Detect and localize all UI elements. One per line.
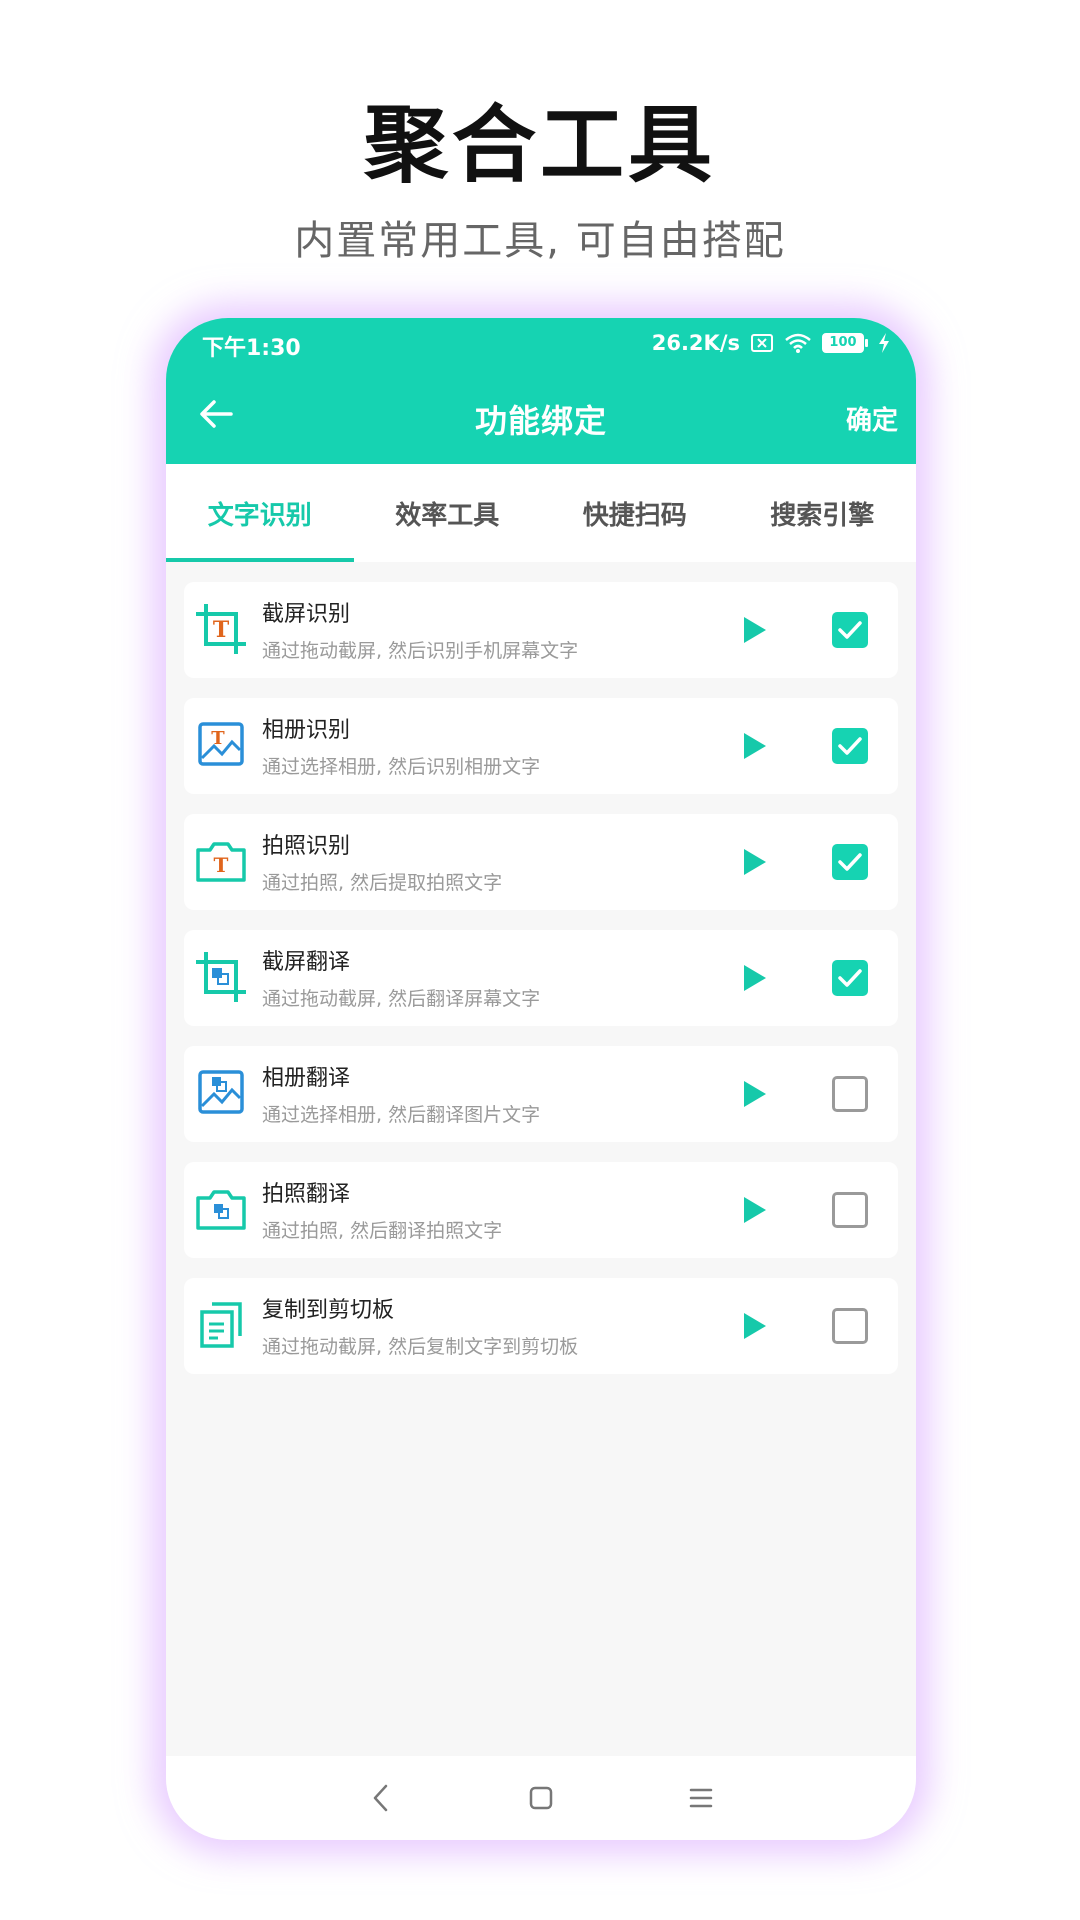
checkmark-icon xyxy=(838,621,862,639)
system-nav-bar xyxy=(166,1756,916,1840)
checkmark-icon xyxy=(838,853,862,871)
item-desc: 通过拍照, 然后提取拍照文字 xyxy=(262,872,503,894)
item-checkbox[interactable] xyxy=(832,1076,868,1112)
item-checkbox[interactable] xyxy=(832,960,868,996)
list-item: T 截屏识别 通过拖动截屏, 然后识别手机屏幕文字 xyxy=(184,582,898,678)
album-text-icon: T xyxy=(198,722,244,766)
app-header: 下午1:30 26.2K/s 100 功能绑定 确定 xyxy=(166,318,916,464)
svg-text:T: T xyxy=(214,853,229,877)
battery-level: 100 xyxy=(822,333,864,353)
list-item: 复制到剪切板 通过拖动截屏, 然后复制文字到剪切板 xyxy=(184,1278,898,1374)
item-checkbox[interactable] xyxy=(832,844,868,880)
nav-back-button[interactable] xyxy=(361,1778,401,1818)
tab-text-recognition[interactable]: 文字识别 xyxy=(166,464,354,562)
item-title: 截屏识别 xyxy=(262,602,351,627)
nav-menu-button[interactable] xyxy=(681,1778,721,1818)
item-title: 拍照翻译 xyxy=(262,1182,351,1207)
phone-frame: 下午1:30 26.2K/s 100 功能绑定 确定 文字识别 效率工具 快捷扫… xyxy=(166,318,916,1840)
tab-bar: 文字识别 效率工具 快捷扫码 搜索引擎 xyxy=(166,464,916,562)
play-icon[interactable] xyxy=(736,1076,772,1112)
charging-icon xyxy=(879,333,889,353)
battery-icon: 100 xyxy=(822,333,868,353)
item-desc: 通过拖动截屏, 然后复制文字到剪切板 xyxy=(262,1336,579,1358)
item-title: 复制到剪切板 xyxy=(262,1298,395,1323)
item-desc: 通过拍照, 然后翻译拍照文字 xyxy=(262,1220,503,1242)
play-icon[interactable] xyxy=(736,960,772,996)
item-title: 拍照识别 xyxy=(262,834,351,859)
item-title: 相册翻译 xyxy=(262,1066,351,1091)
tab-quick-scan[interactable]: 快捷扫码 xyxy=(541,464,729,562)
sim-off-icon xyxy=(751,334,773,352)
play-icon[interactable] xyxy=(736,1308,772,1344)
list-item: 相册翻译 通过选择相册, 然后翻译图片文字 xyxy=(184,1046,898,1142)
camera-translate-icon xyxy=(196,1190,246,1230)
nav-home-button[interactable] xyxy=(521,1778,561,1818)
tab-search-engine[interactable]: 搜索引擎 xyxy=(729,464,917,562)
item-checkbox[interactable] xyxy=(832,612,868,648)
status-bar-right: 26.2K/s 100 xyxy=(652,328,890,358)
menu-icon xyxy=(689,1788,713,1808)
list-item: 拍照翻译 通过拍照, 然后翻译拍照文字 xyxy=(184,1162,898,1258)
crop-text-icon: T xyxy=(196,604,246,654)
network-speed: 26.2K/s xyxy=(651,331,740,355)
function-list: T 截屏识别 通过拖动截屏, 然后识别手机屏幕文字 T 相册识别 通过选择相册,… xyxy=(184,582,898,1394)
page-title: 功能绑定 xyxy=(474,402,607,440)
status-time: 下午1:30 xyxy=(202,336,301,361)
item-desc: 通过拖动截屏, 然后翻译屏幕文字 xyxy=(262,988,541,1010)
promo-subtitle: 内置常用工具, 可自由搭配 xyxy=(294,218,786,264)
list-item: T 相册识别 通过选择相册, 然后识别相册文字 xyxy=(184,698,898,794)
item-title: 相册识别 xyxy=(262,718,351,743)
svg-text:T: T xyxy=(211,728,225,749)
checkmark-icon xyxy=(838,737,862,755)
item-title: 截屏翻译 xyxy=(262,950,351,975)
play-icon[interactable] xyxy=(736,1192,772,1228)
album-translate-icon xyxy=(198,1070,244,1114)
item-desc: 通过拖动截屏, 然后识别手机屏幕文字 xyxy=(262,640,579,662)
camera-text-icon: T xyxy=(196,842,246,882)
checkmark-icon xyxy=(838,969,862,987)
item-checkbox[interactable] xyxy=(832,1308,868,1344)
confirm-button[interactable]: 确定 xyxy=(846,400,898,437)
square-icon xyxy=(529,1786,553,1810)
play-icon[interactable] xyxy=(736,844,772,880)
promo-title: 聚合工具 xyxy=(363,96,716,194)
item-checkbox[interactable] xyxy=(832,728,868,764)
item-checkbox[interactable] xyxy=(832,1192,868,1228)
item-desc: 通过选择相册, 然后识别相册文字 xyxy=(262,756,541,778)
item-desc: 通过选择相册, 然后翻译图片文字 xyxy=(262,1104,541,1126)
play-icon[interactable] xyxy=(736,728,772,764)
copy-clipboard-icon xyxy=(200,1302,242,1348)
chevron-left-icon xyxy=(373,1784,388,1812)
play-icon[interactable] xyxy=(736,612,772,648)
wifi-icon xyxy=(785,333,811,353)
tab-efficiency-tools[interactable]: 效率工具 xyxy=(354,464,542,562)
list-item: T 拍照识别 通过拍照, 然后提取拍照文字 xyxy=(184,814,898,910)
list-item: 截屏翻译 通过拖动截屏, 然后翻译屏幕文字 xyxy=(184,930,898,1026)
crop-translate-icon xyxy=(196,952,246,1002)
svg-text:T: T xyxy=(213,617,230,643)
